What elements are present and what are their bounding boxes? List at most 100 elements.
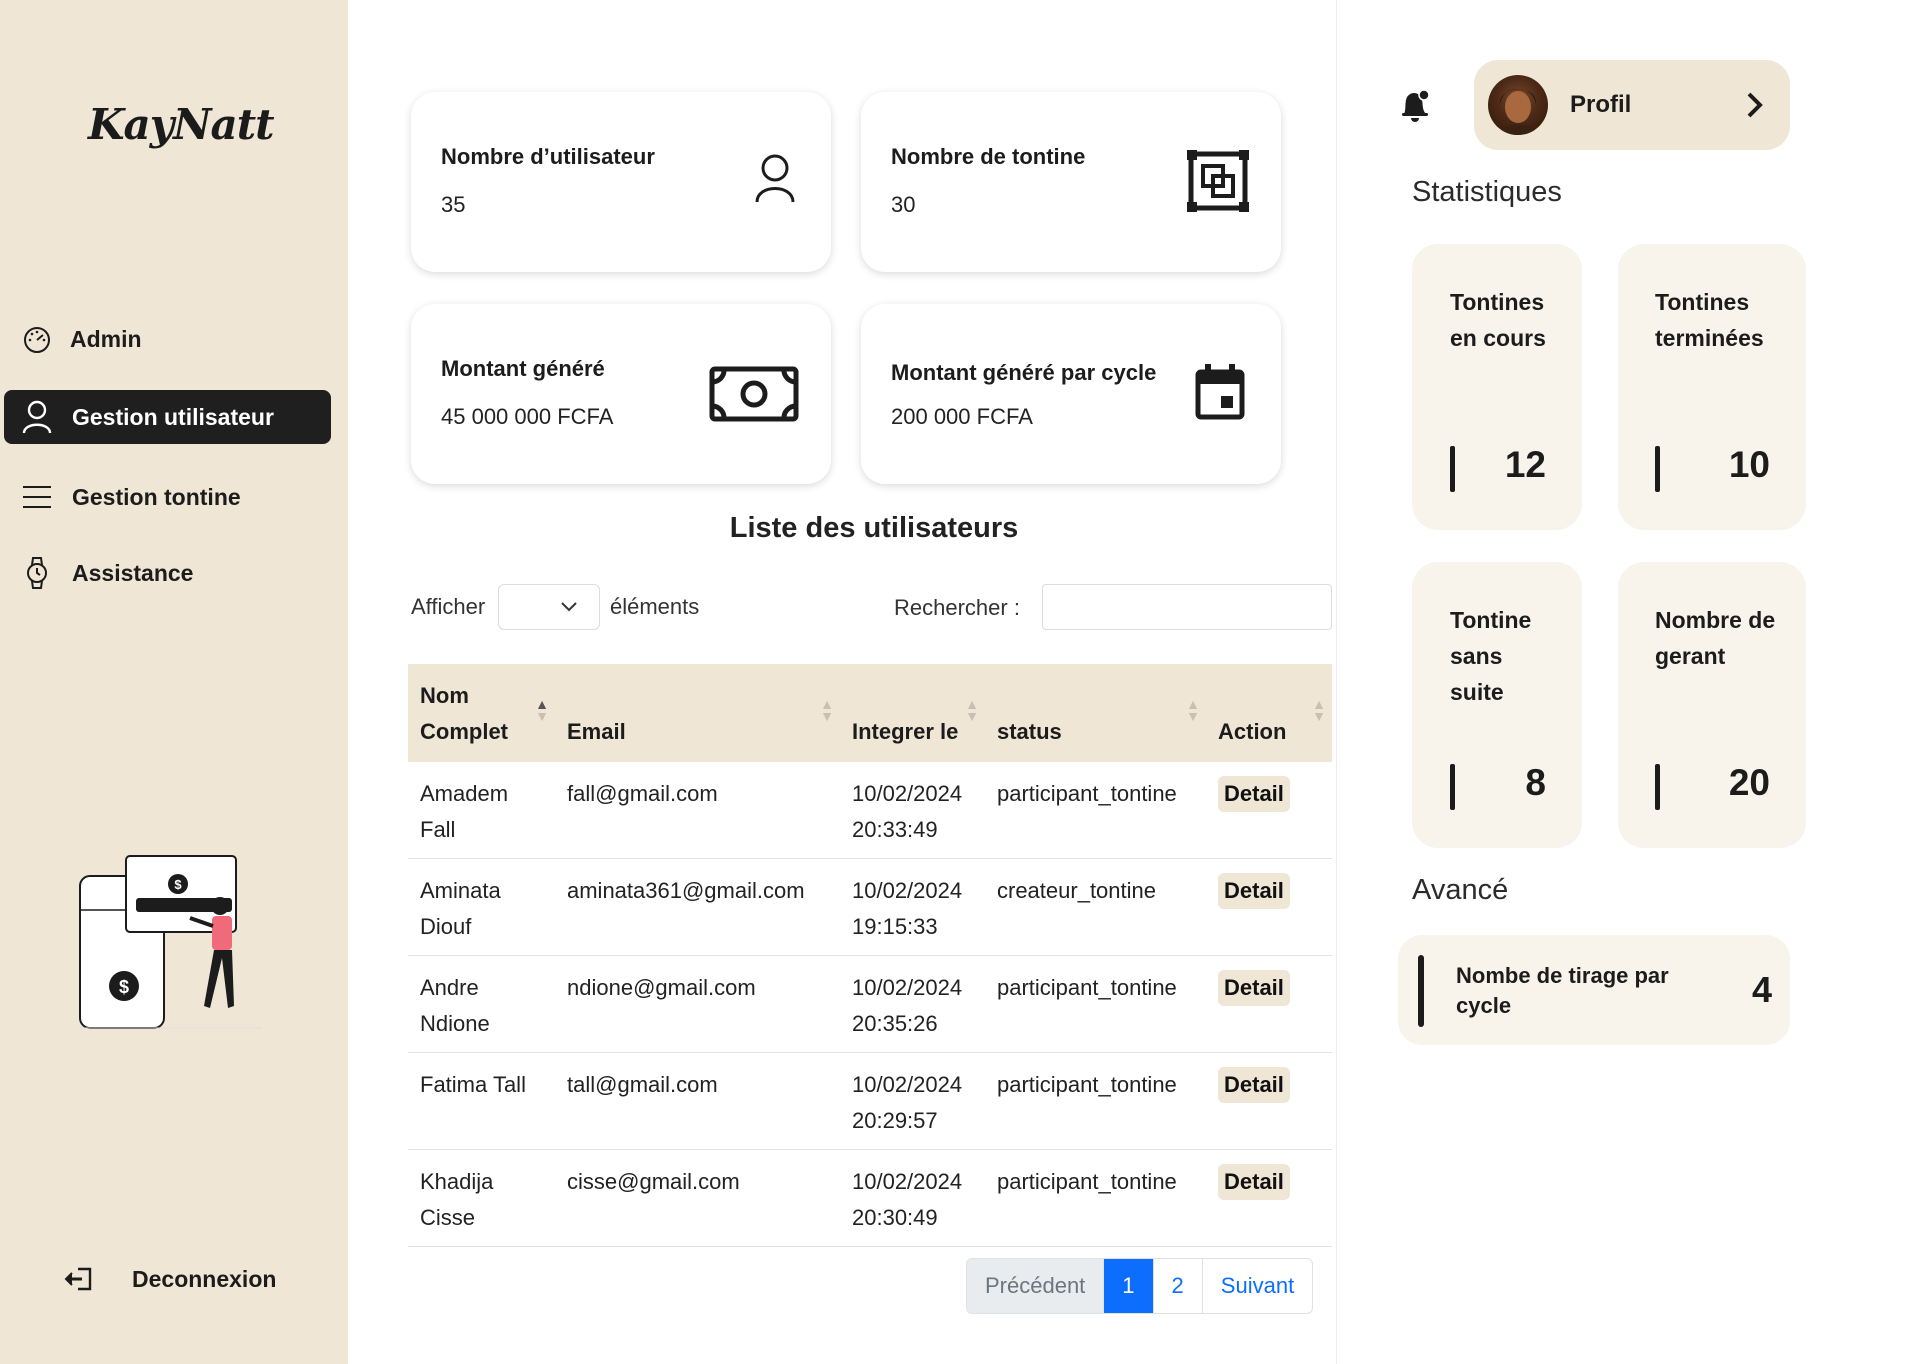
card-title: Nombre d’utilisateur <box>441 144 655 169</box>
logout-icon <box>62 1262 96 1296</box>
logout-button[interactable]: Deconnexion <box>62 1262 276 1296</box>
search-label: Rechercher : <box>894 595 1020 620</box>
sort-icon: ▲ ▼ <box>535 696 549 724</box>
sidebar-item-gestion-tontine[interactable]: Gestion tontine <box>4 470 331 524</box>
users-table: Nom Complet ▲ ▼ Email ▲ ▼ Integrer le ▲ ▼ stat… <box>408 664 1332 1247</box>
frame-squares-icon <box>1187 150 1249 212</box>
watch-icon <box>22 557 52 589</box>
avance-title: Avancé <box>1412 874 1509 906</box>
table-row: Aminata Diouf aminata361@gmail.com 10/02… <box>408 858 1332 956</box>
sidebar-item-label: Assistance <box>72 559 194 586</box>
cell-action: Detail <box>1206 1149 1332 1247</box>
column-header-status[interactable]: status ▲ ▼ <box>985 664 1206 762</box>
stat-card-nombre-gerant: Nombre de gerant 20 <box>1618 562 1806 848</box>
cell-action: Detail <box>1206 762 1332 859</box>
avatar <box>1488 75 1548 135</box>
cell-status: participant_tontine <box>985 1052 1206 1150</box>
detail-button[interactable]: Detail <box>1218 1164 1290 1200</box>
stat-bar <box>1450 764 1455 810</box>
cell-action: Detail <box>1206 955 1332 1053</box>
stat-label: Nombre de gerant <box>1655 607 1776 669</box>
sidebar: KayNatt Admin Gestion utilisateur Gestio… <box>0 0 348 1364</box>
column-header-integrer[interactable]: Integrer le ▲ ▼ <box>840 664 985 762</box>
stat-value: 20 <box>1728 762 1770 803</box>
stat-label: Tontines en cours <box>1450 289 1546 351</box>
cell-status: participant_tontine <box>985 955 1206 1053</box>
pagination-page-2[interactable]: 2 <box>1154 1259 1203 1313</box>
sort-icon: ▲ ▼ <box>1186 696 1200 724</box>
cell-name: Aminata Diouf <box>408 858 555 956</box>
card-title: Montant généré <box>441 356 605 381</box>
cell-email: cisse@gmail.com <box>555 1149 840 1247</box>
chevron-down-icon <box>561 602 577 612</box>
cell-action: Detail <box>1206 1052 1332 1150</box>
cell-status: participant_tontine <box>985 762 1206 859</box>
column-header-email[interactable]: Email ▲ ▼ <box>555 664 840 762</box>
pagination-page-1[interactable]: 1 <box>1104 1259 1154 1313</box>
user-icon <box>22 400 52 434</box>
detail-button[interactable]: Detail <box>1218 873 1290 909</box>
cell-date: 10/02/2024 20:33:49 <box>840 762 985 859</box>
detail-button[interactable]: Detail <box>1218 1067 1290 1103</box>
page-size-select[interactable] <box>498 584 600 630</box>
elements-label: éléments <box>610 594 700 619</box>
pagination-next[interactable]: Suivant <box>1203 1259 1312 1313</box>
stat-bar <box>1655 446 1660 492</box>
card-nombre-utilisateur: Nombre d’utilisateur 35 <box>411 92 831 272</box>
calendar-icon <box>1195 364 1245 420</box>
banknote-icon <box>709 366 799 422</box>
cell-status: createur_tontine <box>985 858 1206 956</box>
logout-label: Deconnexion <box>132 1265 277 1292</box>
pagination-previous[interactable]: Précédent <box>967 1259 1105 1313</box>
column-header-nom[interactable]: Nom Complet ▲ ▼ <box>408 664 555 762</box>
payment-illustration: $ $ <box>79 855 262 1029</box>
search-input[interactable] <box>1042 584 1332 630</box>
svg-text:$: $ <box>119 977 129 997</box>
cell-email: tall@gmail.com <box>555 1052 840 1150</box>
cell-name: Khadija Cisse <box>408 1149 555 1247</box>
user-icon <box>755 154 795 203</box>
column-header-action[interactable]: Action ▲ ▼ <box>1206 664 1332 762</box>
advanced-value: 4 <box>1751 969 1772 1010</box>
cell-name: Andre Ndione <box>408 955 555 1053</box>
sidebar-item-assistance[interactable]: Assistance <box>4 546 331 600</box>
stat-value: 10 <box>1728 444 1770 485</box>
card-title: Nombre de tontine <box>891 144 1086 169</box>
cell-email: ndione@gmail.com <box>555 955 840 1053</box>
card-value: 200 000 FCFA <box>891 404 1033 429</box>
detail-button[interactable]: Detail <box>1218 776 1290 812</box>
sidebar-item-admin[interactable]: Admin <box>4 312 331 366</box>
card-value: 45 000 000 FCFA <box>441 404 614 429</box>
panel-divider <box>1336 0 1337 1364</box>
menu-lines-icon <box>22 482 52 512</box>
statistiques-title: Statistiques <box>1412 176 1562 208</box>
sidebar-item-gestion-utilisateur[interactable]: Gestion utilisateur <box>4 390 331 444</box>
cell-email: aminata361@gmail.com <box>555 858 840 956</box>
cell-name: Fatima Tall <box>408 1052 555 1150</box>
stat-bar <box>1418 955 1424 1027</box>
stat-label: Tontines terminées <box>1655 289 1764 351</box>
cell-action: Detail <box>1206 858 1332 956</box>
cell-date: 10/02/2024 20:30:49 <box>840 1149 985 1247</box>
cell-date: 10/02/2024 20:29:57 <box>840 1052 985 1150</box>
table-row: Amadem Fall fall@gmail.com 10/02/2024 20… <box>408 762 1332 859</box>
stat-value: 12 <box>1504 444 1546 485</box>
profile-button[interactable]: Profil <box>1474 60 1790 150</box>
cell-status: participant_tontine <box>985 1149 1206 1247</box>
card-montant-genere: Montant généré 45 000 000 FCFA <box>411 304 831 484</box>
app-logo: KayNatt <box>88 100 275 149</box>
cell-date: 10/02/2024 19:15:33 <box>840 858 985 956</box>
table-header-row: Nom Complet ▲ ▼ Email ▲ ▼ Integrer le ▲ ▼ stat… <box>408 664 1332 762</box>
card-title: Montant généré par cycle <box>891 360 1157 385</box>
profile-label: Profil <box>1570 91 1632 118</box>
card-value: 35 <box>441 192 466 217</box>
table-row: Khadija Cisse cisse@gmail.com 10/02/2024… <box>408 1149 1332 1247</box>
sort-icon: ▲ ▼ <box>820 696 834 724</box>
stat-card-tontines-en-cours: Tontines en cours 12 <box>1412 244 1582 530</box>
table-row: Andre Ndione ndione@gmail.com 10/02/2024… <box>408 955 1332 1053</box>
table-row: Fatima Tall tall@gmail.com 10/02/2024 20… <box>408 1052 1332 1150</box>
notification-bell-icon[interactable] <box>1398 88 1432 124</box>
detail-button[interactable]: Detail <box>1218 970 1290 1006</box>
sidebar-item-label: Gestion utilisateur <box>72 403 274 430</box>
sort-icon: ▲ ▼ <box>1312 696 1326 724</box>
